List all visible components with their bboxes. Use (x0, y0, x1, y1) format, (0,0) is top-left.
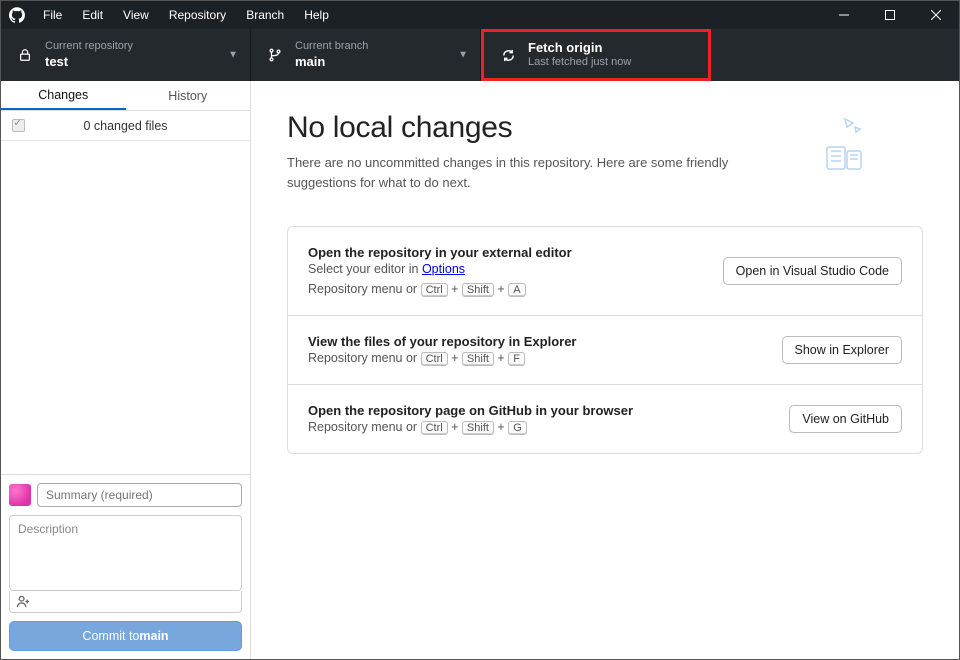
sync-icon (498, 48, 518, 63)
fetch-origin-button[interactable]: Fetch origin Last fetched just now (481, 29, 711, 81)
add-coauthor-button[interactable] (9, 591, 242, 613)
main-panel: No local changes There are no uncommitte… (251, 81, 959, 659)
hero-body: There are no uncommitted changes in this… (287, 153, 777, 192)
commit-button-prefix: Commit to (82, 629, 139, 643)
menu-view[interactable]: View (113, 2, 159, 28)
chevron-down-icon: ▼ (228, 50, 238, 61)
fetch-title: Fetch origin (528, 40, 631, 56)
card-title: View the files of your repository in Exp… (308, 334, 577, 349)
app-window: File Edit View Repository Branch Help Cu… (0, 0, 960, 660)
card-action-button[interactable]: Show in Explorer (782, 336, 903, 364)
minimize-button[interactable] (821, 1, 867, 29)
card-action-button[interactable]: Open in Visual Studio Code (723, 257, 902, 285)
changes-list (1, 141, 250, 474)
lock-icon (15, 48, 35, 62)
kbd-key: Ctrl (421, 283, 448, 297)
current-branch-dropdown[interactable]: Current branch main ▼ (251, 29, 481, 81)
kbd-key: A (508, 283, 525, 297)
window-controls (821, 1, 959, 29)
menu-edit[interactable]: Edit (72, 2, 113, 28)
suggestion-card: Open the repository page on GitHub in yo… (288, 384, 922, 453)
card-title: Open the repository in your external edi… (308, 245, 572, 260)
card-shortcut: Repository menu or Ctrl + Shift + F (308, 351, 577, 366)
tab-history[interactable]: History (126, 81, 251, 110)
menu-repository[interactable]: Repository (159, 2, 236, 28)
branch-label: Current branch (295, 40, 368, 54)
hero: No local changes There are no uncommitte… (287, 111, 923, 192)
summary-input[interactable] (37, 483, 242, 507)
hero-illustration (797, 111, 877, 192)
repo-label: Current repository (45, 40, 133, 54)
kbd-key: Ctrl (421, 352, 448, 366)
menu-branch[interactable]: Branch (236, 2, 294, 28)
menu-file[interactable]: File (33, 2, 72, 28)
suggestion-cards: Open the repository in your external edi… (287, 226, 923, 454)
hero-title: No local changes (287, 111, 777, 145)
card-title: Open the repository page on GitHub in yo… (308, 403, 633, 418)
sidebar-tabs: Changes History (1, 81, 250, 111)
close-button[interactable] (913, 1, 959, 29)
commit-button-branch: main (139, 629, 168, 643)
sidebar: Changes History 0 changed files Descript… (1, 81, 251, 659)
kbd-key: G (508, 421, 527, 435)
branch-name: main (295, 54, 368, 70)
card-shortcut: Repository menu or Ctrl + Shift + A (308, 282, 572, 297)
suggestion-card: Open the repository in your external edi… (288, 227, 922, 315)
menu-bar: File Edit View Repository Branch Help (33, 2, 339, 28)
suggestion-card: View the files of your repository in Exp… (288, 315, 922, 384)
avatar (9, 484, 31, 506)
person-add-icon (16, 594, 31, 609)
kbd-key: Shift (462, 421, 494, 435)
select-all-checkbox[interactable] (1, 119, 35, 132)
toolbar: Current repository test ▼ Current branch… (1, 29, 959, 81)
changed-files-count: 0 changed files (35, 119, 250, 133)
commit-button[interactable]: Commit to main (9, 621, 242, 651)
maximize-button[interactable] (867, 1, 913, 29)
titlebar: File Edit View Repository Branch Help (1, 1, 959, 29)
git-branch-icon (265, 48, 285, 62)
description-input[interactable]: Description (9, 515, 242, 591)
card-action-button[interactable]: View on GitHub (789, 405, 902, 433)
kbd-key: Shift (462, 283, 494, 297)
kbd-key: Ctrl (421, 421, 448, 435)
chevron-down-icon: ▼ (458, 50, 468, 61)
current-repository-dropdown[interactable]: Current repository test ▼ (1, 29, 251, 81)
card-shortcut: Repository menu or Ctrl + Shift + G (308, 420, 633, 435)
kbd-key: Shift (462, 352, 494, 366)
body: Changes History 0 changed files Descript… (1, 81, 959, 659)
changes-header: 0 changed files (1, 111, 250, 141)
card-subtitle: Select your editor in Options (308, 262, 572, 276)
repo-name: test (45, 54, 133, 70)
tab-changes[interactable]: Changes (1, 81, 126, 110)
commit-form: Description Commit to main (1, 474, 250, 659)
fetch-subtitle: Last fetched just now (528, 56, 631, 70)
kbd-key: F (508, 352, 525, 366)
options-link[interactable]: Options (422, 262, 465, 276)
menu-help[interactable]: Help (294, 2, 339, 28)
github-logo-icon (1, 7, 33, 23)
